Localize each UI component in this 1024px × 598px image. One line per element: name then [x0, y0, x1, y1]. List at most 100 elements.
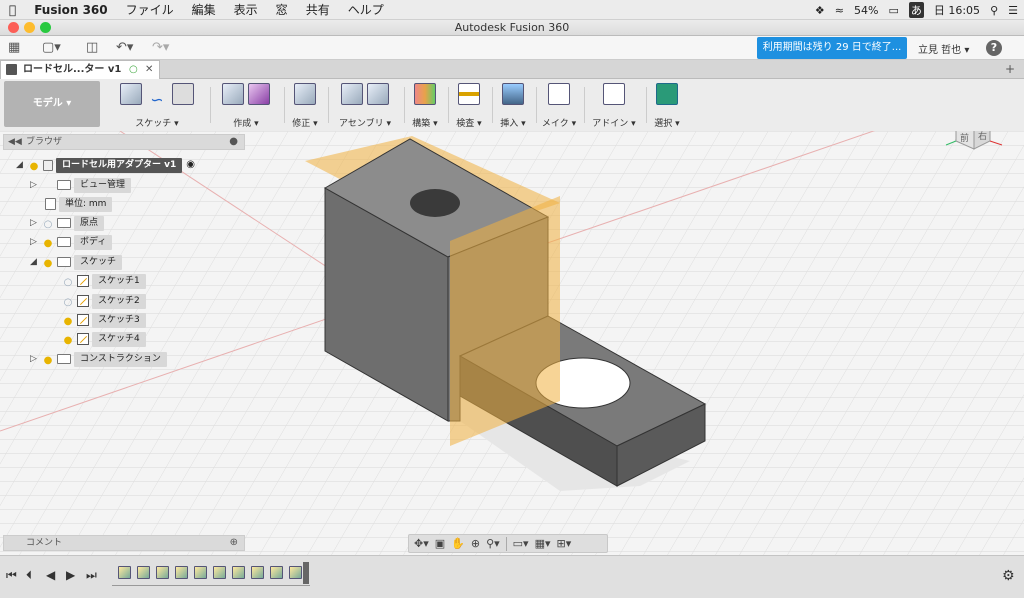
- offset-plane-icon[interactable]: [414, 83, 436, 105]
- timeline-item-sketch[interactable]: [118, 566, 131, 579]
- menu-window[interactable]: 窓: [267, 1, 297, 18]
- form-icon[interactable]: [248, 83, 270, 105]
- app-menu[interactable]: Fusion 360: [25, 3, 116, 17]
- timeline-item-sketch[interactable]: [270, 566, 283, 579]
- collapse-arrow-icon[interactable]: ◢: [16, 157, 28, 173]
- insert-group[interactable]: 挿入 ▾: [494, 83, 532, 129]
- zoom-window-icon[interactable]: [40, 22, 51, 33]
- visibility-bulb-icon[interactable]: ●: [62, 333, 74, 346]
- insert-image-icon[interactable]: [502, 83, 524, 105]
- timeline-item-extrude[interactable]: [175, 566, 188, 579]
- scripts-icon[interactable]: [603, 83, 625, 105]
- collapse-browser-icon[interactable]: ◀◀: [8, 135, 22, 149]
- visibility-bulb-icon[interactable]: ●: [42, 256, 54, 269]
- trial-notice-button[interactable]: 利用期間は残り 29 日で終了...: [757, 37, 907, 59]
- browser-item-sketch1[interactable]: ○ スケッチ1: [62, 273, 146, 289]
- wifi-icon[interactable]: ≈: [835, 4, 844, 17]
- look-at-icon[interactable]: ▣: [435, 537, 445, 550]
- rectangle-icon[interactable]: [172, 83, 194, 105]
- pan-hand-icon[interactable]: ✋: [451, 537, 465, 550]
- collapse-arrow-icon[interactable]: ◢: [30, 254, 42, 270]
- menu-share[interactable]: 共有: [297, 1, 339, 18]
- menu-help[interactable]: ヘルプ: [339, 1, 393, 18]
- modify-group[interactable]: 修正 ▾: [286, 83, 324, 129]
- spotlight-icon[interactable]: ⚲: [990, 4, 998, 17]
- display-settings-icon[interactable]: ▭▾: [513, 537, 529, 550]
- activate-radio-icon[interactable]: ◉: [186, 157, 195, 173]
- workspace-switcher[interactable]: モデル ▾: [4, 81, 100, 127]
- extrude-icon[interactable]: [222, 83, 244, 105]
- new-tab-icon[interactable]: +: [1005, 62, 1015, 76]
- timeline-item-extrude[interactable]: [251, 566, 264, 579]
- create-group[interactable]: 作成 ▾: [212, 83, 280, 129]
- line-icon[interactable]: ∽: [146, 89, 168, 111]
- menu-edit[interactable]: 編集: [183, 1, 225, 18]
- create-sketch-icon[interactable]: [120, 83, 142, 105]
- visibility-bulb-icon[interactable]: ●: [42, 353, 54, 366]
- measure-icon[interactable]: [458, 83, 480, 105]
- comments-panel-header[interactable]: コメント ⊕: [3, 535, 245, 551]
- timeline-item-sketch[interactable]: [232, 566, 245, 579]
- timeline-item-extrude[interactable]: [137, 566, 150, 579]
- viewports-icon[interactable]: ⊞▾: [557, 537, 572, 550]
- make-group[interactable]: メイク ▾: [538, 83, 580, 129]
- visibility-bulb-icon[interactable]: ●: [28, 159, 40, 172]
- dropbox-icon[interactable]: ❖: [815, 4, 825, 17]
- menu-view[interactable]: 表示: [225, 1, 267, 18]
- data-panel-grid-icon[interactable]: ▦: [8, 40, 20, 56]
- apple-icon[interactable]: : [0, 3, 25, 17]
- browser-item-sketches[interactable]: ◢ ● スケッチ: [30, 254, 123, 270]
- zoom-window-icon[interactable]: ⊕: [471, 537, 480, 550]
- step-back-icon[interactable]: ⏴: [26, 568, 32, 583]
- timeline-item-extrude[interactable]: [213, 566, 226, 579]
- browser-item-sketch2[interactable]: ○ スケッチ2: [62, 293, 146, 309]
- viewcube-front-label[interactable]: 前: [960, 131, 969, 144]
- browser-item-origin[interactable]: ▷ ○ 原点: [30, 215, 105, 231]
- viewcube-graphic[interactable]: [938, 131, 1008, 161]
- timeline-settings-gear-icon[interactable]: ⚙: [1002, 568, 1015, 584]
- new-component-icon[interactable]: [341, 83, 363, 105]
- browser-root-node[interactable]: ◢ ● ロードセル用アダプター v1 ◉: [16, 157, 195, 173]
- visibility-bulb-icon[interactable]: ●: [42, 236, 54, 249]
- browser-options-icon[interactable]: ●: [229, 135, 238, 149]
- inspect-group[interactable]: 検査 ▾: [450, 83, 488, 129]
- redo-icon[interactable]: ↷▾: [152, 40, 169, 56]
- play-icon[interactable]: ▶: [66, 568, 75, 582]
- notification-icon[interactable]: ☰: [1008, 4, 1018, 17]
- go-to-end-icon[interactable]: ⏭: [86, 568, 97, 583]
- undo-icon[interactable]: ↶▾: [116, 40, 133, 56]
- browser-item-sketch4[interactable]: ● スケッチ4: [62, 331, 146, 347]
- save-icon[interactable]: ◫: [86, 40, 98, 56]
- 3d-print-icon[interactable]: [548, 83, 570, 105]
- close-tab-icon[interactable]: ✕: [145, 61, 153, 79]
- assemble-group[interactable]: アセンブリ ▾: [330, 83, 400, 129]
- browser-item-sketch3[interactable]: ● スケッチ3: [62, 312, 146, 328]
- select-icon[interactable]: [656, 83, 678, 105]
- press-pull-icon[interactable]: [294, 83, 316, 105]
- add-comment-icon[interactable]: ⊕: [230, 536, 238, 550]
- viewcube[interactable]: 前 右 上: [938, 131, 1008, 161]
- sketch-group[interactable]: ∽ スケッチ ▾: [106, 83, 208, 129]
- visibility-bulb-icon[interactable]: ○: [62, 295, 74, 308]
- timeline-item-extrude[interactable]: [289, 566, 302, 579]
- orbit-icon[interactable]: ✥▾: [414, 537, 429, 550]
- browser-item-units[interactable]: 単位: mm: [42, 196, 113, 212]
- play-back-icon[interactable]: ◀: [46, 568, 55, 582]
- canvas-viewport[interactable]: 前 右 上: [0, 131, 1024, 555]
- expand-arrow-icon[interactable]: ▷: [30, 215, 42, 231]
- user-menu[interactable]: 立見 哲也 ▾: [918, 41, 969, 56]
- grid-settings-icon[interactable]: ▦▾: [535, 537, 551, 550]
- go-to-start-icon[interactable]: ⏮: [6, 568, 17, 583]
- clock[interactable]: 日 16:05: [934, 2, 980, 18]
- minimize-window-icon[interactable]: [24, 22, 35, 33]
- expand-arrow-icon[interactable]: ▷: [30, 177, 42, 193]
- ime-indicator[interactable]: あ: [908, 2, 924, 18]
- timeline-marker[interactable]: [303, 562, 309, 584]
- browser-item-view-management[interactable]: ▷ ビュー管理: [30, 177, 132, 193]
- browser-item-construction[interactable]: ▷ ● コンストラクション: [30, 351, 167, 367]
- timeline-item-plane[interactable]: [194, 566, 207, 579]
- expand-arrow-icon[interactable]: ▷: [30, 351, 42, 367]
- model-view[interactable]: [0, 131, 1024, 555]
- help-icon[interactable]: ?: [986, 40, 1002, 56]
- expand-arrow-icon[interactable]: ▷: [30, 234, 42, 250]
